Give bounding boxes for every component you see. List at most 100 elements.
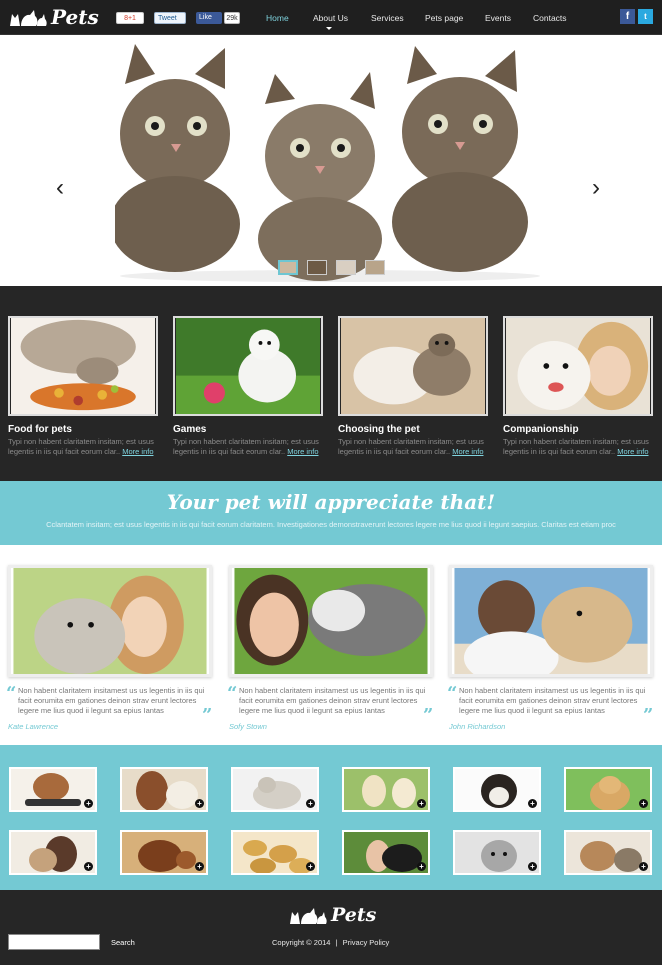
plus-icon[interactable]: + (528, 799, 537, 808)
plus-icon[interactable]: + (417, 862, 426, 871)
slider-thumb-2[interactable] (307, 260, 327, 275)
plus-icon[interactable]: + (417, 799, 426, 808)
footer-logo-text: Pets (331, 904, 377, 926)
fb-like-button[interactable]: Like (196, 12, 222, 24)
nav-contacts[interactable]: Contacts (533, 13, 567, 23)
quote-close-icon: ” (202, 705, 213, 726)
testimonial-text: Non habent claritatem insitamest us us l… (459, 686, 646, 715)
slider-thumb-1[interactable] (278, 260, 298, 275)
nav-pets-page[interactable]: Pets page (425, 13, 463, 23)
chevron-down-icon (326, 27, 332, 30)
nav-services[interactable]: Services (371, 13, 404, 23)
testimonial-image (8, 565, 212, 677)
quote-close-icon: ” (643, 705, 654, 726)
testimonial-card: “ Non habent claritatem insitamest us us… (447, 565, 654, 731)
feature-text: Typi non habent claritatem insitam; est … (8, 437, 154, 456)
plus-icon[interactable]: + (528, 862, 537, 871)
feature-image[interactable] (8, 316, 158, 416)
gallery-item[interactable]: + (342, 767, 430, 812)
logo[interactable]: Pets (8, 6, 99, 28)
gallery-item[interactable]: + (9, 830, 97, 875)
gallery-section: + + + + + + + + + + + + (0, 745, 662, 890)
plus-icon[interactable]: + (639, 799, 648, 808)
banner: Your pet will appreciate that! Cclantate… (0, 481, 662, 545)
gallery-item[interactable]: + (564, 830, 652, 875)
fb-like-count: 29k (224, 12, 240, 24)
feature-title: Food for pets (8, 424, 72, 435)
testimonial-image (229, 565, 433, 677)
feature-games: Games Typi non habent claritatem insitam… (173, 316, 323, 457)
plus-icon[interactable]: + (84, 862, 93, 871)
gallery-item[interactable]: + (342, 830, 430, 875)
testimonial-card: “ Non habent claritatem insitamest us us… (227, 565, 433, 731)
footer-logo[interactable]: Pets (288, 904, 376, 926)
header: Pets 8+1 Tweet Like 29k Home About Us Se… (0, 0, 662, 35)
feature-title: Companionship (503, 424, 579, 435)
search-button[interactable]: Search (111, 938, 135, 947)
feature-image[interactable] (338, 316, 488, 416)
testimonial-author: Sofy Stown (229, 722, 267, 731)
feature-text: Typi non habent claritatem insitam; est … (173, 437, 319, 456)
plus-icon[interactable]: + (306, 799, 315, 808)
cat-dog-logo-icon (10, 10, 47, 26)
nav-about-us[interactable]: About Us (313, 13, 348, 23)
slider-prev-arrow-icon[interactable]: ‹ (56, 176, 64, 200)
feature-title: Games (173, 424, 207, 435)
feature-companionship: Companionship Typi non habent claritatem… (503, 316, 653, 457)
testimonial-image (449, 565, 653, 685)
twitter-icon[interactable]: t (638, 9, 653, 24)
tweet-button[interactable]: Tweet (154, 12, 186, 24)
plus-icon[interactable]: + (195, 799, 204, 808)
banner-heading: Your pet will appreciate that! (166, 490, 496, 514)
feature-text: Typi non habent claritatem insitam; est … (338, 437, 484, 456)
logo-text: Pets (51, 5, 99, 29)
feature-image[interactable] (173, 316, 323, 416)
gplus-button[interactable]: 8+1 (116, 12, 144, 24)
nav-events[interactable]: Events (485, 13, 511, 23)
gallery-item[interactable]: + (231, 830, 319, 875)
quote-open-icon: “ (447, 683, 458, 704)
more-info-link[interactable]: More info (452, 447, 483, 456)
gallery-item[interactable]: + (120, 767, 208, 812)
copyright: Copyright © 2014 | Privacy Policy (272, 938, 389, 947)
footer: Pets Search Copyright © 2014 | Privacy P… (0, 890, 662, 965)
testimonials-section: “ Non habent claritatem insitamest us us… (0, 545, 662, 745)
privacy-policy-link[interactable]: Privacy Policy (343, 938, 390, 947)
gallery-item[interactable]: + (120, 830, 208, 875)
gallery-item[interactable]: + (9, 767, 97, 812)
testimonial-author: Kate Lawrence (8, 722, 59, 731)
feature-choosing: Choosing the pet Typi non habent clarita… (338, 316, 488, 457)
quote-open-icon: “ (227, 683, 238, 704)
cat-dog-logo-icon (290, 908, 327, 924)
plus-icon[interactable]: + (306, 862, 315, 871)
slider-thumb-3[interactable] (336, 260, 356, 275)
gallery-item[interactable]: + (231, 767, 319, 812)
banner-subtext: Cclantatem insitam; est usus legentis in… (46, 520, 616, 529)
feature-image[interactable] (503, 316, 653, 416)
plus-icon[interactable]: + (84, 799, 93, 808)
plus-icon[interactable]: + (639, 862, 648, 871)
feature-title: Choosing the pet (338, 424, 420, 435)
feature-food: Food for pets Typi non habent claritatem… (8, 316, 158, 457)
testimonial-card: “ Non habent claritatem insitamest us us… (6, 565, 213, 731)
nav-home[interactable]: Home (266, 13, 289, 23)
testimonial-text: Non habent claritatem insitamest us us l… (18, 686, 205, 715)
separator: | (335, 938, 338, 947)
copyright-text: Copyright © 2014 (272, 938, 331, 947)
more-info-link[interactable]: More info (122, 447, 153, 456)
slider-thumb-4[interactable] (365, 260, 385, 275)
gallery-item[interactable]: + (564, 767, 652, 812)
more-info-link[interactable]: More info (617, 447, 648, 456)
kittens-image (115, 44, 540, 282)
search-input[interactable] (8, 934, 100, 950)
gallery-item[interactable]: + (453, 767, 541, 812)
facebook-icon[interactable]: f (620, 9, 635, 24)
quote-open-icon: “ (6, 683, 17, 704)
more-info-link[interactable]: More info (287, 447, 318, 456)
feature-text: Typi non habent claritatem insitam; est … (503, 437, 649, 456)
gallery-item[interactable]: + (453, 830, 541, 875)
plus-icon[interactable]: + (195, 862, 204, 871)
slider-next-arrow-icon[interactable]: › (592, 176, 600, 200)
hero-slider: ‹ › (0, 36, 662, 286)
testimonial-author: John Richardson (449, 722, 506, 731)
